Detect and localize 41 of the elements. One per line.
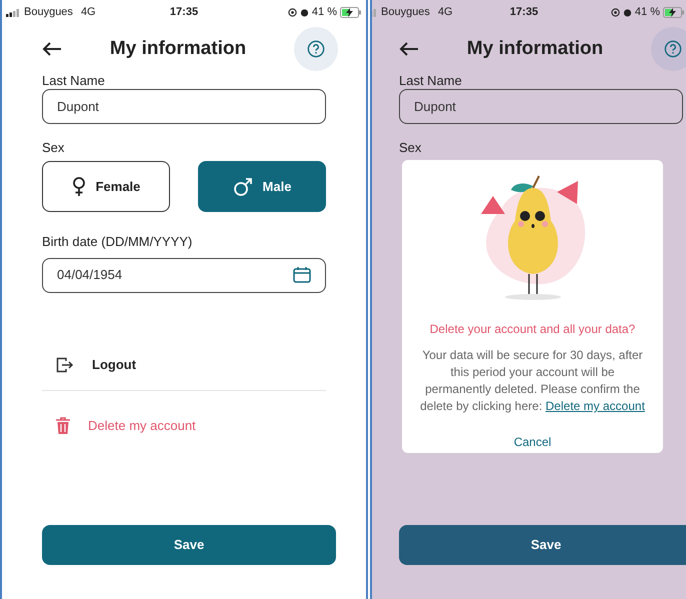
field-label: Last Name xyxy=(42,73,105,88)
last-name-field[interactable]: Dupont xyxy=(399,89,683,124)
dialog-title: Delete your account and all your data? xyxy=(430,321,636,338)
clock-time: 17:35 xyxy=(170,5,198,20)
save-button[interactable]: Save xyxy=(399,525,686,565)
battery-charging-icon xyxy=(340,7,362,18)
trash-icon xyxy=(56,417,70,434)
network-type: 4G xyxy=(438,5,453,20)
carrier-name: Bouygues xyxy=(24,5,73,20)
sex-option-button[interactable]: Female xyxy=(42,161,170,212)
page-title: My information xyxy=(110,36,246,61)
delete-account-link[interactable]: Delete my account xyxy=(546,399,645,413)
carrier-name: Bouygues xyxy=(381,5,430,20)
cancel-button[interactable]: Cancel xyxy=(514,433,552,451)
help-button[interactable] xyxy=(650,27,686,71)
last-name-field[interactable]: Dupont xyxy=(42,89,326,124)
help-icon xyxy=(664,40,682,58)
sex-option-button[interactable]: Male xyxy=(198,161,326,212)
battery-percent: 41 % xyxy=(634,5,660,20)
birth-date-field[interactable]: 04/04/1954 xyxy=(42,258,326,292)
calendar-icon xyxy=(293,267,311,283)
back-arrow-icon[interactable] xyxy=(42,41,62,57)
dialog-message: Your data will be secure for 30 days, after this period your account will be permanently deleted. Please confirm the delete by clicking here: Delete my account xyxy=(419,347,646,415)
field-label: Sex xyxy=(399,140,422,155)
battery-charging-icon xyxy=(662,7,685,18)
help-icon xyxy=(306,40,325,58)
logout-link[interactable]: Logout xyxy=(92,355,136,375)
save-button[interactable]: Save xyxy=(42,525,336,565)
female-symbol-icon xyxy=(72,176,86,196)
male-symbol-icon xyxy=(232,176,253,196)
delete-account-link[interactable]: Delete my account xyxy=(88,416,196,436)
field-label: Birth date (DD/MM/YYYY) xyxy=(42,233,194,251)
field-label: Sex xyxy=(42,140,64,155)
help-button[interactable] xyxy=(294,27,338,71)
battery-percent: 41 % xyxy=(312,5,337,20)
network-type: 4G xyxy=(80,5,96,20)
logout-icon xyxy=(56,357,74,373)
back-arrow-icon[interactable] xyxy=(399,41,419,57)
page-title: My information xyxy=(466,36,604,61)
clock-time: 17:35 xyxy=(510,5,538,20)
field-label: Last Name xyxy=(399,73,462,88)
